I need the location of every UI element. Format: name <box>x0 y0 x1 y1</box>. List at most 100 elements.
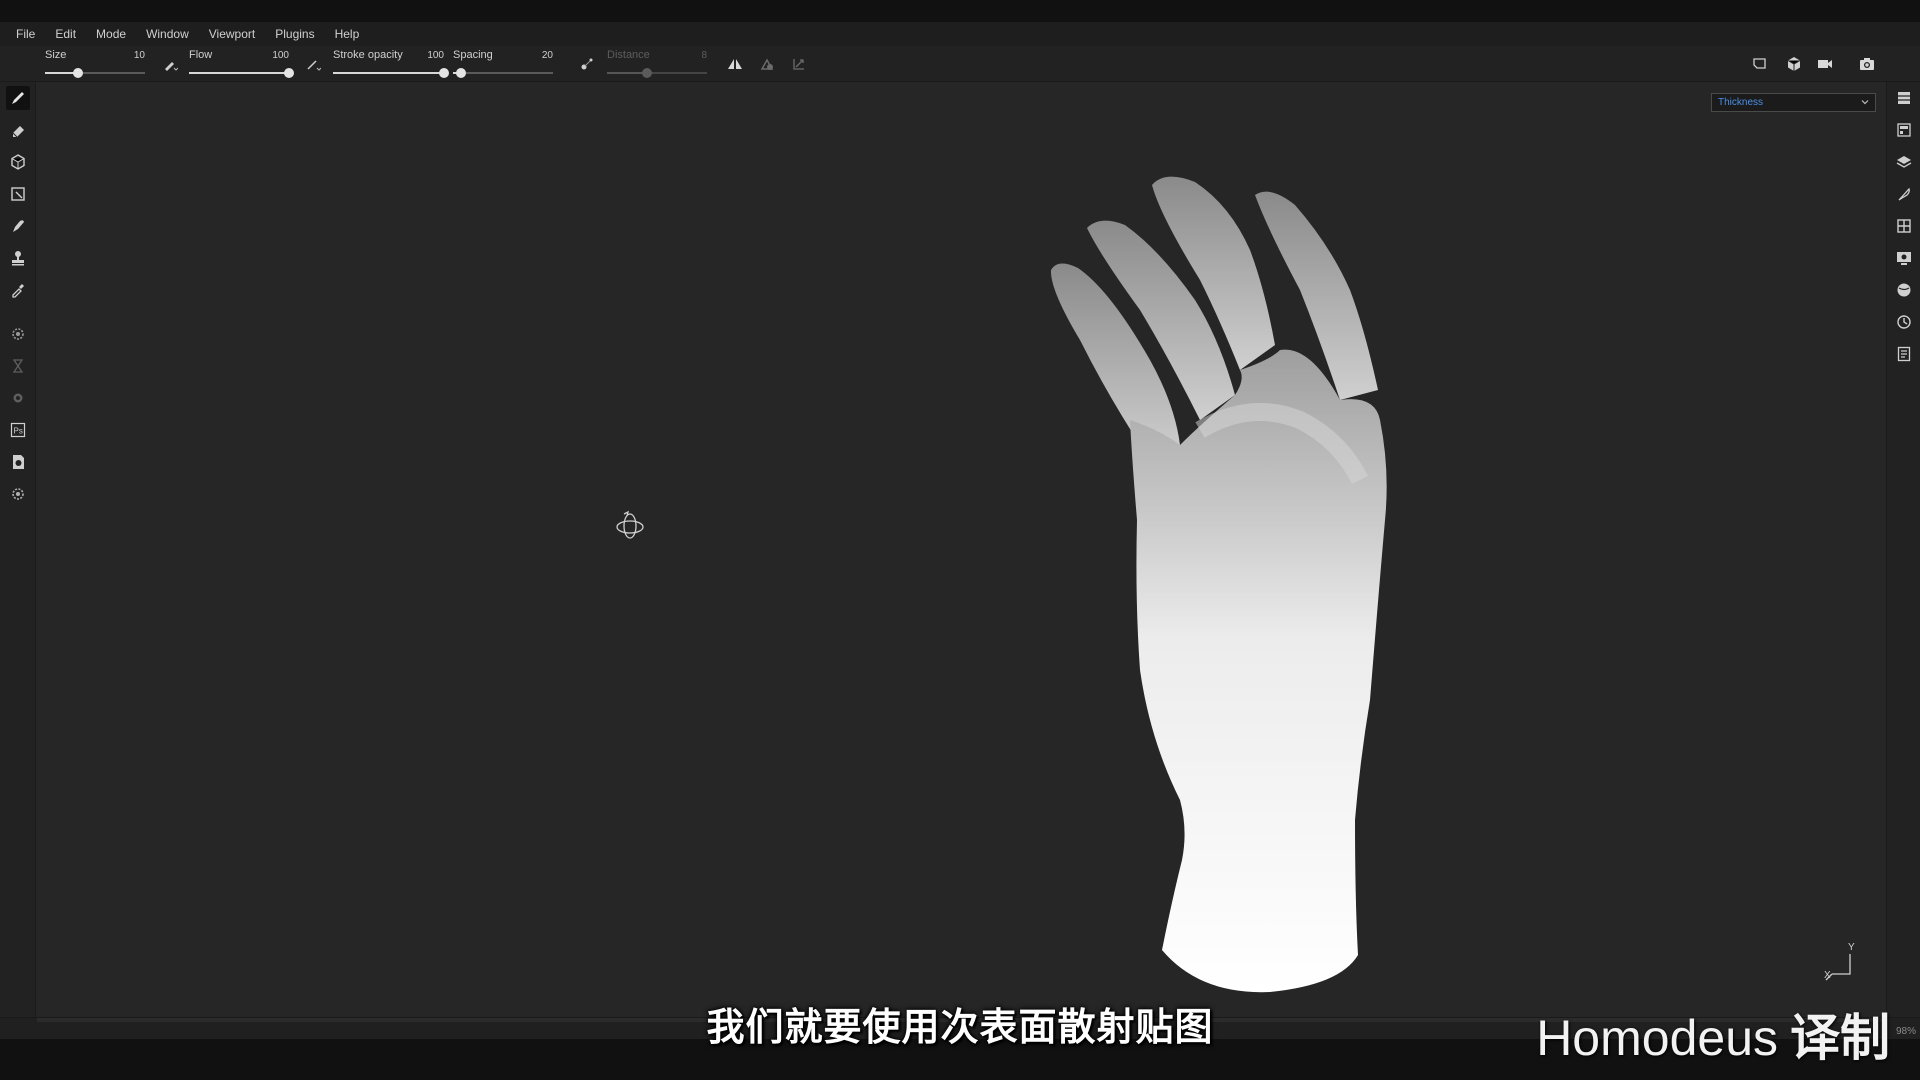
stroke-opacity-knob[interactable] <box>439 68 449 78</box>
grid-icon <box>1897 219 1911 233</box>
shader-panel-button[interactable] <box>1894 280 1914 300</box>
eraser-tool[interactable] <box>6 118 30 142</box>
stroke-opacity-slider[interactable]: Stroke opacity 100 <box>333 46 449 82</box>
symmetry-axis-icon[interactable] <box>789 54 809 74</box>
settings-tool[interactable] <box>6 482 30 506</box>
menu-edit[interactable]: Edit <box>45 22 86 46</box>
smudge-icon <box>13 220 24 232</box>
view-shape-icon[interactable] <box>1750 54 1770 74</box>
axis-y-label: Y <box>1848 942 1855 953</box>
flow-knob[interactable] <box>284 68 294 78</box>
spacing-slider[interactable]: Spacing 20 <box>453 46 553 82</box>
smudge-tool[interactable] <box>6 214 30 238</box>
brush-pressure-icon[interactable] <box>160 54 180 74</box>
size-track[interactable] <box>45 68 145 78</box>
brush-panel-button[interactable] <box>1894 184 1914 204</box>
right-panel-shelf <box>1886 82 1920 1017</box>
flow-slider[interactable]: Flow 100 <box>189 46 294 82</box>
feather-brush-icon <box>1898 187 1910 201</box>
menu-window[interactable]: Window <box>136 22 199 46</box>
export-document-icon <box>13 455 24 469</box>
particle-icon <box>13 393 23 403</box>
materials-panel-button[interactable] <box>1894 120 1914 140</box>
render-cube-icon[interactable] <box>1784 54 1804 74</box>
gear-icon <box>12 328 24 340</box>
monitor-icon <box>1897 252 1911 265</box>
camera-video-icon[interactable] <box>1815 54 1835 74</box>
flow-label: Flow <box>189 49 213 61</box>
stroke-opacity-value: 100 <box>427 50 444 61</box>
distance-fill <box>607 72 647 74</box>
flow-pressure-icon[interactable] <box>303 54 323 74</box>
menu-file[interactable]: File <box>6 22 45 46</box>
size-value: 10 <box>133 50 145 61</box>
polygon-fill-tool[interactable] <box>6 182 30 206</box>
flow-value: 100 <box>272 50 289 61</box>
paint-brush-icon <box>12 92 24 104</box>
settings-gear-icon <box>12 488 24 500</box>
globe-icon <box>1897 283 1911 297</box>
spacing-label: Spacing <box>453 49 493 61</box>
paint-brush-tool[interactable] <box>6 86 30 110</box>
app-window: File Edit Mode Window Viewport Plugins H… <box>0 0 1920 1080</box>
list-panel-icon <box>1898 92 1910 104</box>
watermark-brand: Homodeus <box>1536 1010 1778 1066</box>
symmetry-mode-icon[interactable] <box>757 54 777 74</box>
log-panel-button[interactable] <box>1894 344 1914 364</box>
axis-gizmo: Y X <box>1824 942 1855 981</box>
particle-tool[interactable] <box>6 386 30 410</box>
export-tool[interactable] <box>6 450 30 474</box>
stroke-opacity-track[interactable] <box>333 68 449 78</box>
display-settings-panel-button[interactable] <box>1894 248 1914 268</box>
distance-knob[interactable] <box>642 68 652 78</box>
spacing-track[interactable] <box>453 68 553 78</box>
eyedropper-icon <box>12 284 24 298</box>
texture-set-panel-button[interactable] <box>1894 216 1914 236</box>
screenshot-camera-icon[interactable] <box>1857 54 1877 74</box>
rotate-cursor-icon <box>616 510 644 539</box>
layers-panel-button[interactable] <box>1894 152 1914 172</box>
channel-dropdown[interactable]: Thickness <box>1711 93 1876 112</box>
clone-stamp-tool[interactable] <box>6 246 30 270</box>
geometry-mask-tool[interactable] <box>6 354 30 378</box>
chevron-down-icon <box>1861 100 1869 105</box>
history-panel-button[interactable] <box>1894 312 1914 332</box>
menu-help[interactable]: Help <box>325 22 370 46</box>
channel-selected-value: Thickness <box>1718 97 1764 108</box>
photoshop-icon: Ps <box>10 422 26 438</box>
left-tool-shelf: Ps <box>0 82 36 1017</box>
size-label: Size <box>45 49 67 61</box>
projection-tool[interactable] <box>6 150 30 174</box>
flow-fill <box>189 72 289 74</box>
layers-icon <box>1896 156 1912 168</box>
lazy-mouse-icon[interactable] <box>577 54 597 74</box>
menu-bar: File Edit Mode Window Viewport Plugins H… <box>0 22 1920 46</box>
material-palette-icon <box>1897 123 1911 137</box>
distance-slider[interactable]: Distance 8 <box>607 46 707 82</box>
clone-stamp-icon <box>12 251 24 266</box>
color-picker-tool[interactable] <box>6 278 30 302</box>
flow-track[interactable] <box>189 68 294 78</box>
menu-mode[interactable]: Mode <box>86 22 136 46</box>
bake-tool[interactable] <box>6 322 30 346</box>
polygon-fill-icon <box>11 187 25 201</box>
spacing-knob[interactable] <box>456 68 466 78</box>
distance-value: 8 <box>701 50 707 61</box>
menu-plugins[interactable]: Plugins <box>265 22 324 46</box>
eraser-icon <box>12 126 24 138</box>
size-slider[interactable]: Size 10 <box>45 46 145 82</box>
stroke-opacity-fill <box>333 72 444 74</box>
distance-label: Distance <box>607 49 650 61</box>
symmetry-icon[interactable] <box>725 54 745 74</box>
size-knob[interactable] <box>73 68 83 78</box>
spacing-value: 20 <box>541 50 553 61</box>
hand-model <box>1050 176 1387 993</box>
distance-track[interactable] <box>607 68 707 78</box>
log-document-icon <box>1897 346 1911 362</box>
hourglass-icon <box>12 359 24 373</box>
history-clock-icon <box>1897 315 1911 329</box>
shelf-panel-button[interactable] <box>1894 88 1914 108</box>
menu-viewport[interactable]: Viewport <box>199 22 265 46</box>
photoshop-export-tool[interactable]: Ps <box>6 418 30 442</box>
3d-viewport[interactable]: Y X <box>37 82 1885 1017</box>
